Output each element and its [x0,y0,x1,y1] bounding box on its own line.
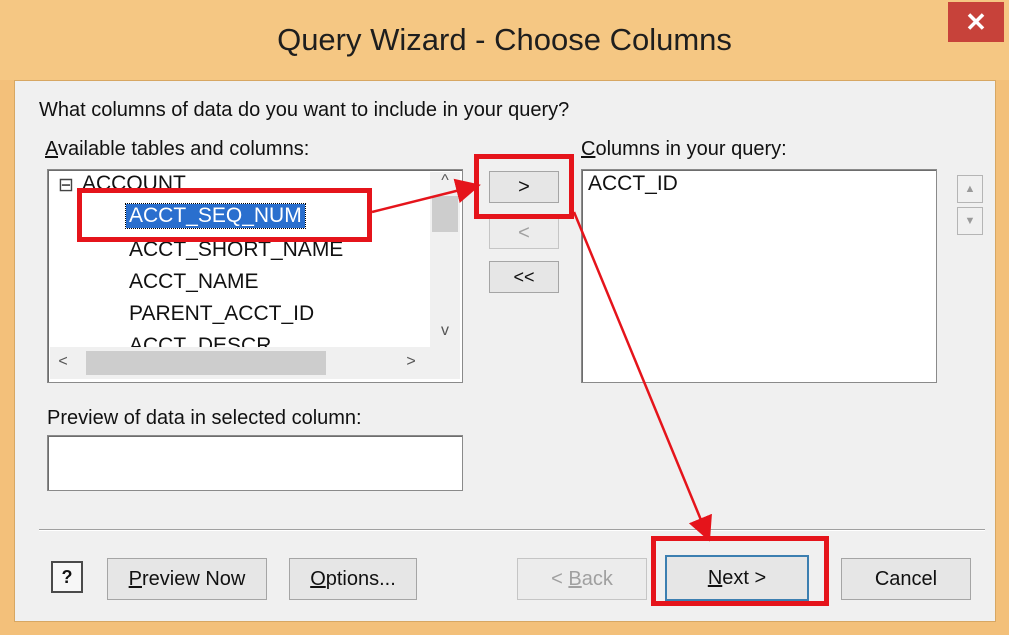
arrow-to-add-button [371,178,481,214]
arrow-to-next-button [572,211,712,542]
query-wizard-window: Query Wizard - Choose Columns ✕ What col… [0,0,1009,635]
annotation-arrows [371,178,712,542]
